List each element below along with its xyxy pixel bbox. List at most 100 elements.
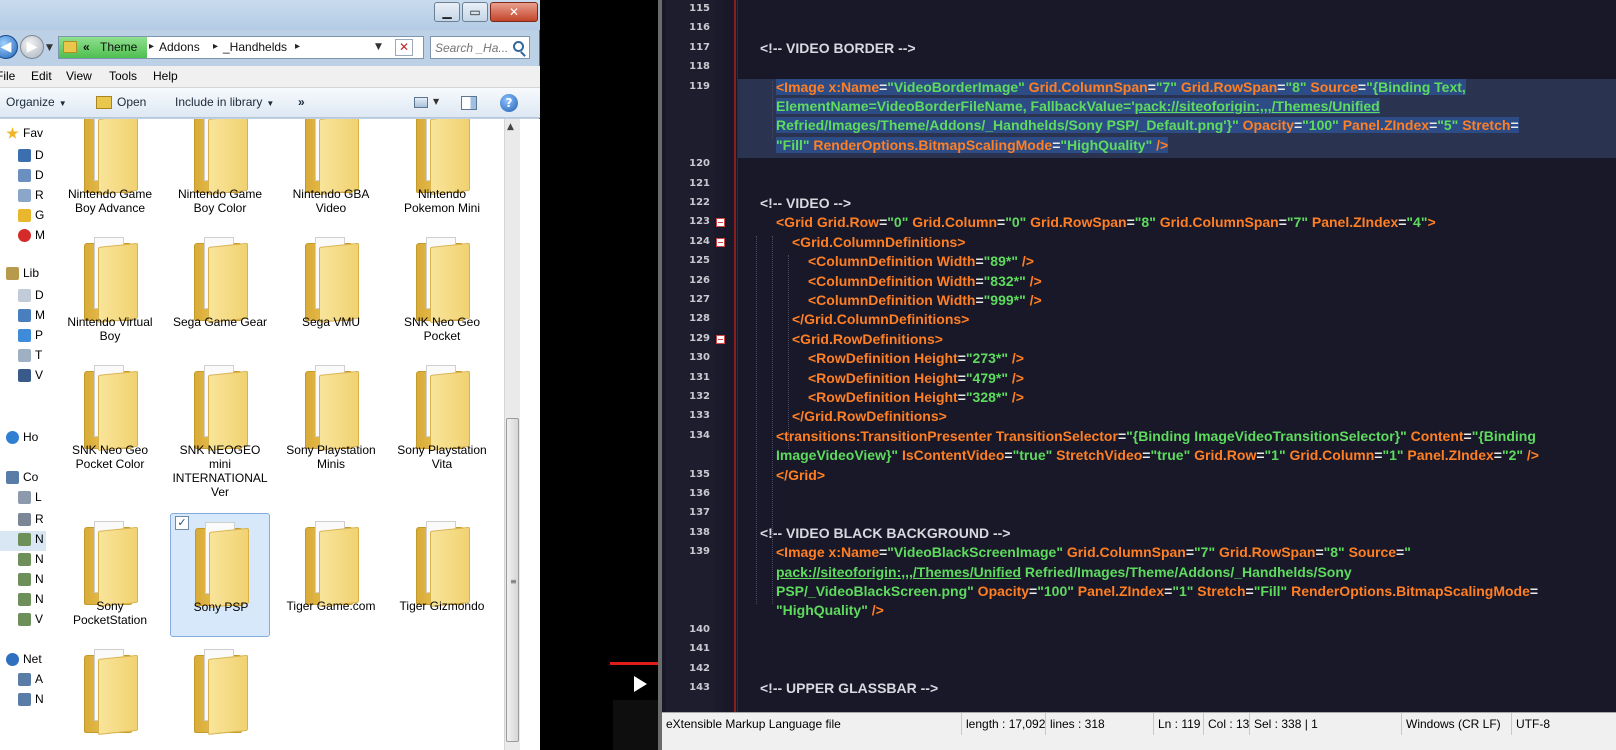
folder-item[interactable]: Sony Playstation Minis: [281, 357, 381, 481]
close-button[interactable]: ✕: [490, 2, 538, 22]
breadcrumb-separator-icon[interactable]: ▸: [213, 41, 218, 52]
nav-item-computer[interactable]: N: [6, 691, 46, 709]
change-view-icon[interactable]: [414, 97, 428, 108]
code-line[interactable]: <!-- UPPER GLASSBAR -->: [760, 679, 938, 698]
code-line[interactable]: <Image x:Name = "VideoBorderImage" Grid.Co…: [776, 78, 1466, 97]
code-line[interactable]: ElementName=VideoBorderFileName, Fallbac…: [776, 97, 1380, 116]
code-line[interactable]: <Grid Grid.Row="0" Grid.Column="0" Grid.…: [776, 213, 1436, 232]
open-button[interactable]: Open: [117, 95, 146, 109]
menu-edit[interactable]: Edit: [31, 69, 52, 83]
nav-item-network-drive[interactable]: N: [6, 591, 46, 609]
nav-item-videos[interactable]: V: [6, 367, 46, 385]
code-line[interactable]: "HighQuality" />: [776, 601, 884, 620]
code-line[interactable]: <RowDefinition Height="479*" />: [808, 369, 1024, 388]
folder-item[interactable]: Nintendo Virtual Boy: [60, 229, 160, 353]
collapse-icon[interactable]: [716, 237, 725, 247]
breadcrumb-addons[interactable]: Addons: [159, 40, 200, 54]
search-icon[interactable]: [513, 41, 524, 52]
breadcrumb-overflow-button[interactable]: «: [83, 40, 90, 54]
folder-item[interactable]: Nintendo Game Boy Advance: [60, 119, 160, 225]
code-line[interactable]: <!-- VIDEO BLACK BACKGROUND -->: [760, 524, 1010, 543]
collapse-icon[interactable]: [716, 334, 725, 344]
encoding-status[interactable]: UTF-8: [1512, 713, 1616, 735]
folder-item[interactable]: Sega VMU: [281, 229, 381, 353]
folder-item[interactable]: Nintendo Game Boy Color: [170, 119, 270, 225]
code-line[interactable]: <RowDefinition Height="328*" />: [808, 388, 1024, 407]
folder-item[interactable]: Tiger Gizmondo: [392, 513, 492, 637]
code-line[interactable]: Refried/Images/Theme/Addons/_Handhelds/S…: [776, 116, 1519, 135]
breadcrumb-separator-icon[interactable]: ▸: [295, 41, 300, 52]
nav-item-recent-places[interactable]: R: [6, 187, 46, 205]
code-line[interactable]: <ColumnDefinition Width="89*" />: [808, 252, 1034, 271]
code-line[interactable]: </Grid.RowDefinitions>: [792, 407, 947, 426]
include-in-library-button[interactable]: Include in library ▼: [175, 95, 274, 109]
folder-item[interactable]: SNK NEOGEO mini INTERNATIONAL Ver: [170, 357, 270, 499]
nav-item-removable-disk[interactable]: R: [6, 511, 46, 529]
nav-item-network-drive[interactable]: V: [6, 611, 46, 629]
nav-item-network-drive[interactable]: N: [6, 531, 46, 549]
search-input[interactable]: [435, 39, 511, 56]
nav-item-local-disk[interactable]: L: [6, 489, 46, 507]
nav-item-libraries[interactable]: Lib: [0, 265, 46, 283]
breadcrumb-theme[interactable]: Theme: [100, 40, 137, 54]
nav-item-network-drive[interactable]: N: [6, 571, 46, 589]
forward-button[interactable]: ▶: [20, 35, 44, 59]
code-line[interactable]: <ColumnDefinition Width="832*" />: [808, 272, 1042, 291]
folder-item[interactable]: ✓ Sony PSP: [170, 513, 270, 637]
nav-item-computer[interactable]: Co: [0, 469, 46, 487]
vertical-scrollbar[interactable]: ▲ ≡: [504, 119, 520, 750]
folder-item[interactable]: Tiger Game.com: [281, 513, 381, 637]
help-icon[interactable]: ?: [500, 94, 518, 112]
play-icon[interactable]: [634, 676, 647, 692]
nav-item-pictures[interactable]: P: [6, 327, 46, 345]
code-line[interactable]: <transitions:TransitionPresenter Transit…: [776, 427, 1536, 446]
eol-status[interactable]: Windows (CR LF): [1402, 713, 1512, 735]
video-progress-bar[interactable]: [610, 662, 658, 665]
preview-pane-icon[interactable]: [461, 96, 477, 110]
code-line[interactable]: "Fill" RenderOptions.BitmapScalingMode="…: [776, 136, 1169, 155]
open-folder-icon[interactable]: [96, 96, 112, 109]
search-box[interactable]: [430, 36, 530, 59]
code-line[interactable]: <ColumnDefinition Width="999*" />: [808, 291, 1042, 310]
breadcrumb-handhelds[interactable]: _Handhelds: [223, 40, 287, 54]
checkbox-icon[interactable]: ✓: [175, 516, 189, 530]
scrollbar-thumb[interactable]: ≡: [506, 418, 519, 742]
nav-item-mega[interactable]: M: [6, 227, 46, 245]
chevron-down-icon[interactable]: ▼: [433, 97, 439, 106]
minimize-button[interactable]: ▁: [434, 2, 460, 22]
recent-pages-dropdown-icon[interactable]: ▼: [46, 43, 53, 53]
stop-icon[interactable]: ✕: [395, 39, 413, 56]
menu-tools[interactable]: Tools: [109, 69, 137, 83]
organize-button[interactable]: Organize ▼: [6, 95, 67, 109]
folder-item[interactable]: Nintendo GBA Video: [281, 119, 381, 225]
menu-help[interactable]: Help: [153, 69, 178, 83]
back-button[interactable]: ◀: [0, 35, 18, 59]
nav-item-documents[interactable]: D: [6, 287, 46, 305]
nav-item-text[interactable]: T: [6, 347, 46, 365]
breadcrumb-separator-icon[interactable]: ▸: [149, 41, 154, 52]
explorer-titlebar[interactable]: ▁ ▭ ✕: [0, 0, 540, 30]
code-line[interactable]: <Image x:Name = "VideoBlackScreenImage" Gr…: [776, 543, 1411, 562]
collapse-icon[interactable]: [716, 218, 725, 228]
nav-item-homegroup[interactable]: Ho: [0, 429, 46, 447]
maximize-button[interactable]: ▭: [462, 2, 488, 22]
more-commands-button[interactable]: »: [298, 95, 305, 109]
scroll-up-icon[interactable]: ▲: [507, 122, 514, 132]
code-line[interactable]: PSP/_VideoBlackScreen.png" Opacity="100"…: [776, 582, 1538, 601]
code-line[interactable]: <Grid.RowDefinitions>: [792, 330, 943, 349]
folder-item[interactable]: [170, 641, 270, 750]
folder-item[interactable]: Nintendo Pokemon Mini: [392, 119, 492, 225]
folder-item[interactable]: Sony PocketStation: [60, 513, 160, 637]
address-dropdown-icon[interactable]: ▼: [375, 42, 382, 52]
code-area[interactable]: <!-- VIDEO BORDER --> <Image x:Name = "Vide…: [738, 0, 1616, 712]
nav-item-computer[interactable]: A: [6, 671, 46, 689]
nav-item-network[interactable]: Net: [0, 651, 46, 669]
nav-item-downloads[interactable]: D: [6, 167, 46, 185]
folder-item[interactable]: [60, 641, 160, 750]
nav-item-network-drive[interactable]: N: [6, 551, 46, 569]
folder-item[interactable]: SNK Neo Geo Pocket Color: [60, 357, 160, 481]
folder-item[interactable]: Sony Playstation Vita: [392, 357, 492, 481]
nav-item-desktop[interactable]: D: [6, 147, 46, 165]
code-line[interactable]: <!-- VIDEO -->: [760, 194, 851, 213]
code-line[interactable]: ImageVideoView}" IsContentVideo="true" S…: [776, 446, 1539, 465]
